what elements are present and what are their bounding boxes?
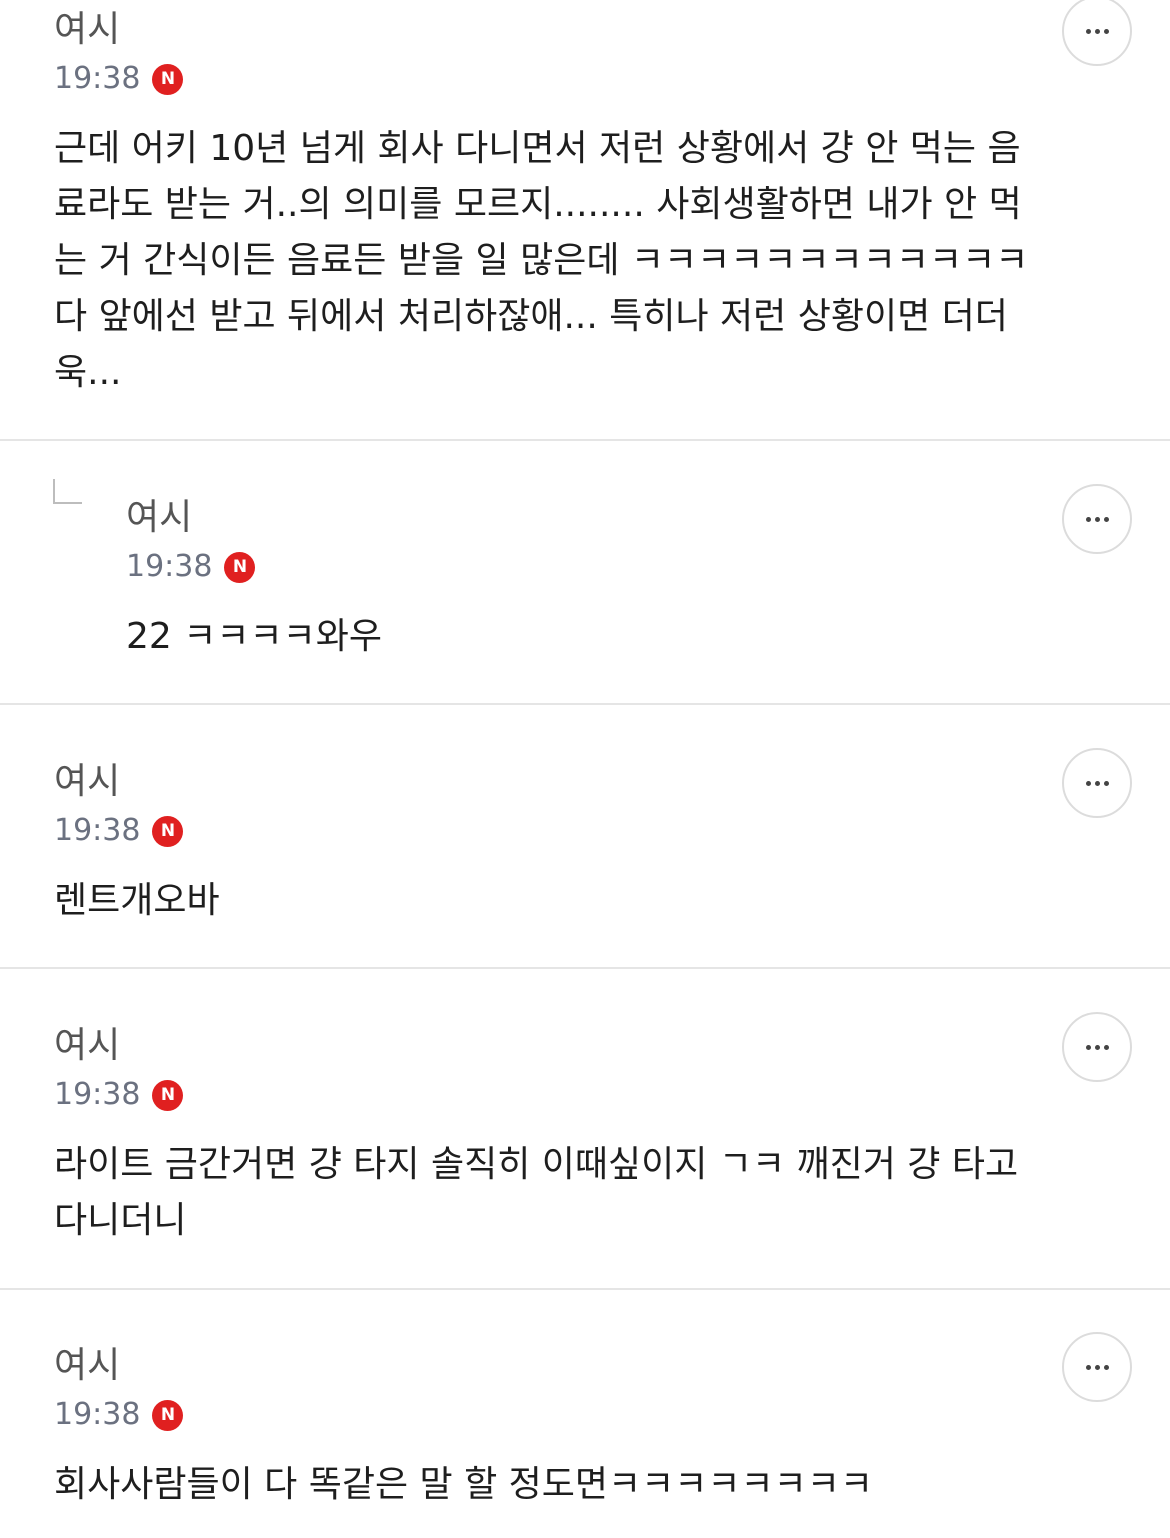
more-dot-icon — [1094, 780, 1100, 786]
more-dot-icon — [1103, 1044, 1109, 1050]
more-dot-icon — [1085, 1364, 1091, 1370]
more-options-button[interactable] — [1062, 1012, 1132, 1082]
comment-author[interactable]: 여시 — [54, 764, 120, 800]
comment-meta: 19:38 N — [54, 813, 184, 848]
new-badge-icon: N — [224, 551, 256, 583]
new-badge-icon: N — [152, 815, 184, 847]
comment-author[interactable]: 여시 — [54, 12, 120, 48]
comment-divider — [0, 439, 1170, 441]
more-dot-icon — [1094, 516, 1100, 522]
new-badge-icon: N — [152, 63, 184, 95]
new-badge-icon: N — [152, 1399, 184, 1431]
comment-time: 19:38 — [54, 1077, 141, 1112]
more-dot-icon — [1103, 516, 1109, 522]
more-dot-icon — [1094, 28, 1100, 34]
comment-text: 22 ㅋㅋㅋㅋ와우 — [126, 616, 382, 657]
comment-time: 19:38 — [54, 1397, 141, 1432]
more-dot-icon — [1094, 1044, 1100, 1050]
reply-arrow-icon — [53, 479, 82, 504]
comment-time: 19:38 — [126, 549, 213, 584]
more-options-button[interactable] — [1062, 1332, 1132, 1402]
comment-divider — [0, 703, 1170, 705]
comment-author[interactable]: 여시 — [126, 500, 192, 536]
more-dot-icon — [1085, 780, 1091, 786]
comment-text: 회사사람들이 다 똑같은 말 할 정도면ㅋㅋㅋㅋㅋㅋㅋㅋ — [54, 1464, 873, 1505]
more-options-button[interactable] — [1062, 748, 1132, 818]
more-dot-icon — [1094, 1364, 1100, 1370]
comment-text: 라이트 금간거면 걍 타지 솔직히 이때싶이지 ㄱㅋ 깨진거 걍 타고 다니더니 — [54, 1144, 1019, 1241]
more-options-button[interactable] — [1062, 484, 1132, 554]
comment-author[interactable]: 여시 — [54, 1028, 120, 1064]
comment-text: 근데 어키 10년 넘게 회사 다니면서 저런 상황에서 걍 안 먹는 음 료라… — [54, 128, 1029, 393]
more-dot-icon — [1103, 780, 1109, 786]
comment-text: 렌트개오바 — [54, 880, 220, 921]
comment-time: 19:38 — [54, 813, 141, 848]
new-badge-icon: N — [152, 1079, 184, 1111]
comment-meta: 19:38 N — [54, 1077, 184, 1112]
comment-author[interactable]: 여시 — [54, 1348, 120, 1384]
more-dot-icon — [1085, 1044, 1091, 1050]
more-dot-icon — [1085, 516, 1091, 522]
more-options-button[interactable] — [1062, 0, 1132, 66]
more-dot-icon — [1103, 1364, 1109, 1370]
comment-meta: 19:38 N — [126, 549, 256, 584]
comment-divider — [0, 1288, 1170, 1290]
comment-meta: 19:38 N — [54, 61, 184, 96]
comment-meta: 19:38 N — [54, 1397, 184, 1432]
comment-divider — [0, 967, 1170, 969]
comment-time: 19:38 — [54, 61, 141, 96]
more-dot-icon — [1103, 28, 1109, 34]
more-dot-icon — [1085, 28, 1091, 34]
